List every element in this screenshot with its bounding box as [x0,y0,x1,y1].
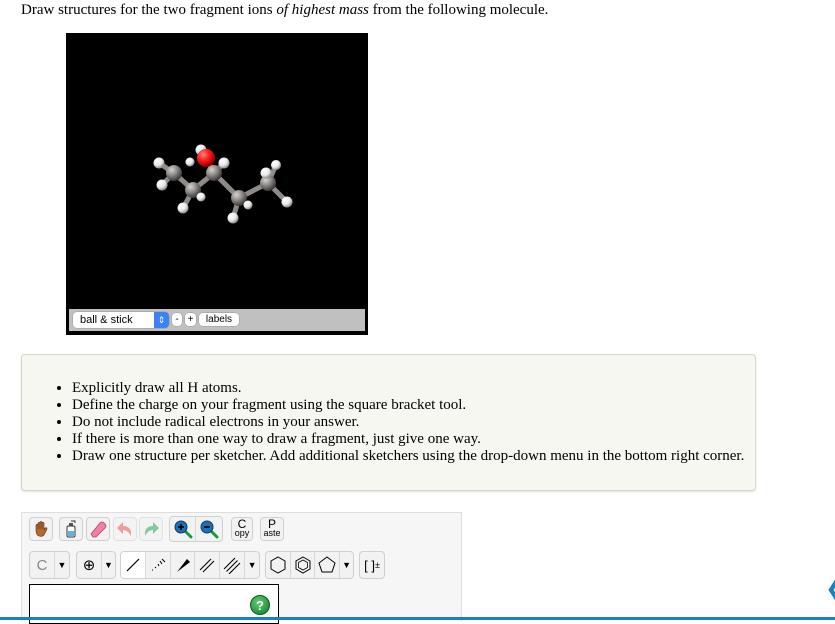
labels-button[interactable]: labels [199,313,239,326]
undo-button[interactable] [113,517,137,541]
double-bond-button[interactable] [195,552,221,578]
magnifier-plus-icon [174,520,192,539]
molecule-model[interactable] [66,33,368,309]
atom-carbon [166,165,182,181]
charge-plus-button[interactable]: ⊕ [77,552,102,578]
atom-dropdown-caret[interactable]: ▼ [55,552,69,578]
cyclohexane-button[interactable] [266,552,291,578]
structure-sketcher: Copy Paste C ▼ ⊕ ▼ ▼ ▼ [] ± ? [21,512,462,624]
instruction-item: If there is more than one way to draw a … [72,431,744,448]
cyclopentane-button[interactable] [315,552,341,578]
wedge-bond-button[interactable] [171,552,196,578]
display-style-value: ball & stick [80,314,133,326]
bond-tool-group: ▼ [120,551,260,579]
magnifier-minus-icon [200,520,219,539]
redo-button[interactable] [139,517,163,541]
atom-hydrogen [281,196,293,208]
bracket-icon: [ ] ± [360,552,384,578]
atom-hydrogen [156,179,168,191]
atom-hydrogen [243,200,253,210]
question-emphasis: of highest mass [276,2,369,18]
triple-bond-icon [223,557,241,574]
eraser-tool-button[interactable] [86,517,110,541]
zoom-out-tool-button[interactable] [196,517,222,541]
zoom-in-tool-button[interactable] [170,517,197,541]
atom-oxygen [197,149,215,167]
bracket-tool-button[interactable]: [ ] ± [359,551,385,579]
atom-hydrogen [218,157,230,169]
collapse-panel-arrow-icon[interactable]: ❮ [825,576,835,600]
charge-dropdown-caret[interactable]: ▼ [102,552,115,578]
atom-selector: C ▼ [29,551,70,579]
question-suffix: from the following molecule. [368,2,549,18]
double-bond-icon [200,558,215,573]
atom-hydrogen [271,160,281,170]
hexagon-icon [270,556,286,574]
redo-icon [144,522,159,536]
pentagon-icon [318,556,336,573]
ring-dropdown-caret[interactable]: ▼ [340,552,353,578]
atom-hydrogen [227,212,239,224]
single-bond-icon [126,558,140,572]
zoom-in-button[interactable]: + [185,313,196,326]
instruction-item: Explicitly draw all H atoms. [72,380,744,397]
triple-bond-button[interactable] [220,552,246,578]
question-prefix: Draw structures for the two fragment ion… [21,2,277,18]
atom-hydrogen [196,192,206,202]
select-arrows-icon: ⇕ [154,312,169,328]
atom-hydrogen [185,157,195,167]
bracket-label: [ ] [364,557,375,573]
wash-bottle-icon [66,520,76,538]
hashed-bond-button[interactable] [146,552,171,578]
paste-button[interactable]: Paste [260,517,284,541]
atom-c-button[interactable]: C [30,552,55,578]
copy-button[interactable]: Copy [231,517,253,541]
ring-tool-group: ▼ [265,551,354,579]
instruction-item: Do not include radical electrons in your… [72,414,744,431]
atom-hydrogen [153,157,165,169]
viewer-controls: ball & stick ⇕ - + labels [69,309,365,331]
atom-hydrogen [260,167,272,179]
copy-label-small: opy [234,528,250,538]
bracket-charge-sup: ± [374,560,380,570]
atom-carbon [206,165,222,181]
question-text: Draw structures for the two fragment ion… [21,1,548,19]
wedge-bond-icon [176,559,190,572]
paste-label-small: aste [263,528,281,538]
atom-hydrogen [177,202,189,214]
instructions-list: Explicitly draw all H atoms. Define the … [22,380,744,465]
help-button[interactable]: ? [250,595,270,615]
display-style-select[interactable]: ball & stick ⇕ [73,312,169,328]
instructions-panel: Explicitly draw all H atoms. Define the … [21,354,756,491]
benzene-button[interactable] [291,552,316,578]
eraser-icon [90,521,107,538]
undo-icon [117,522,132,536]
benzene-icon [295,556,311,574]
instruction-item: Define the charge on your fragment using… [72,397,744,414]
bond-dropdown-caret[interactable]: ▼ [245,552,259,578]
zoom-tool-group [169,516,223,542]
instruction-item: Draw one structure per sketcher. Add add… [72,448,744,465]
molecule-viewer[interactable]: ball & stick ⇕ - + labels [66,33,368,335]
single-bond-button[interactable] [121,552,146,578]
hand-tool-button[interactable] [29,517,53,541]
hand-icon [35,521,48,537]
hashed-bond-icon [151,558,166,571]
charge-selector: ⊕ ▼ [76,551,116,579]
zoom-out-button[interactable]: - [172,313,182,326]
lone-pair-tool-button[interactable] [59,517,83,541]
